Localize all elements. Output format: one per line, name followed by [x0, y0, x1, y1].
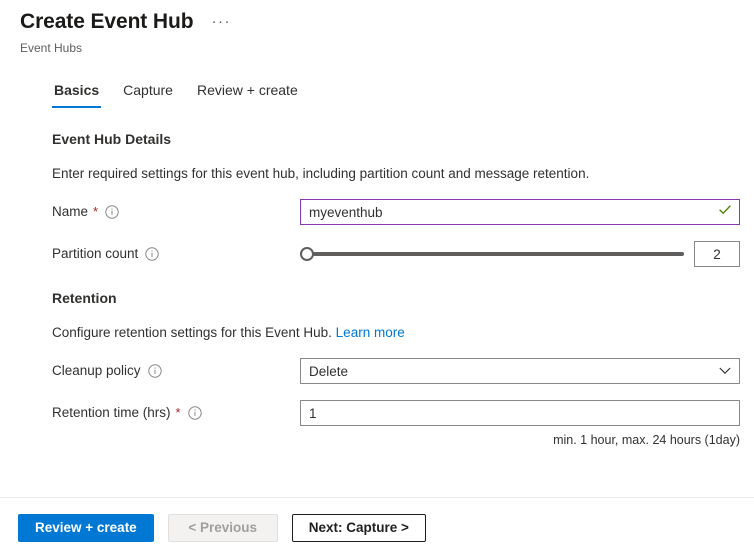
cleanup-policy-selected-value: Delete	[309, 364, 348, 379]
name-row: Name *	[52, 199, 754, 225]
retention-time-label: Retention time (hrs)	[52, 404, 171, 422]
more-options-icon[interactable]: ···	[207, 15, 235, 29]
page-title: Create Event Hub	[20, 8, 193, 36]
retention-description-text: Configure retention settings for this Ev…	[52, 325, 332, 340]
cleanup-policy-select[interactable]: Delete	[300, 358, 740, 384]
slider-track	[308, 252, 684, 256]
name-label-group: Name *	[52, 203, 300, 221]
footer-action-bar: Review + create < Previous Next: Capture…	[0, 497, 754, 557]
review-create-button[interactable]: Review + create	[18, 514, 154, 542]
slider-thumb[interactable]	[300, 247, 314, 261]
event-hub-details-heading: Event Hub Details	[52, 130, 754, 149]
retention-time-helper-text: min. 1 hour, max. 24 hours (1day)	[300, 432, 740, 448]
partition-count-label-group: Partition count	[52, 245, 300, 263]
learn-more-link[interactable]: Learn more	[336, 325, 405, 340]
cleanup-policy-row: Cleanup policy Delete	[52, 358, 754, 384]
info-icon[interactable]	[148, 364, 162, 378]
name-required-marker: *	[93, 203, 98, 221]
partition-count-slider[interactable]	[300, 241, 684, 267]
tab-bar: Basics Capture Review + create	[52, 80, 754, 108]
form-content: Event Hub Details Enter required setting…	[0, 130, 754, 448]
retention-description: Configure retention settings for this Ev…	[52, 324, 754, 342]
retention-time-input[interactable]	[300, 400, 740, 426]
partition-count-label: Partition count	[52, 245, 138, 263]
name-input[interactable]	[300, 199, 740, 225]
cleanup-policy-label: Cleanup policy	[52, 362, 141, 380]
info-icon[interactable]	[188, 406, 202, 420]
next-capture-button[interactable]: Next: Capture >	[292, 514, 426, 542]
partition-count-row: Partition count	[52, 241, 754, 267]
retention-time-required-marker: *	[176, 404, 181, 422]
tab-review-create[interactable]: Review + create	[195, 81, 300, 108]
tab-basics[interactable]: Basics	[52, 81, 101, 108]
retention-time-label-group: Retention time (hrs) *	[52, 404, 300, 422]
retention-time-row: Retention time (hrs) *	[52, 400, 754, 426]
title-row: Create Event Hub ···	[20, 8, 754, 36]
info-icon[interactable]	[145, 247, 159, 261]
page-header: Create Event Hub ··· Event Hubs	[0, 0, 754, 56]
partition-count-value-input[interactable]	[694, 241, 740, 267]
cleanup-policy-label-group: Cleanup policy	[52, 362, 300, 380]
name-field-wrap	[300, 199, 740, 225]
retention-time-field-wrap	[300, 400, 740, 426]
event-hub-details-description: Enter required settings for this event h…	[52, 165, 754, 183]
info-icon[interactable]	[105, 205, 119, 219]
cleanup-policy-select-wrap: Delete	[300, 358, 740, 384]
name-label: Name	[52, 203, 88, 221]
page-subtitle: Event Hubs	[20, 40, 754, 56]
retention-time-helper-row: min. 1 hour, max. 24 hours (1day)	[52, 432, 754, 448]
tab-capture[interactable]: Capture	[121, 81, 175, 108]
previous-button: < Previous	[168, 514, 278, 542]
retention-heading: Retention	[52, 289, 754, 308]
